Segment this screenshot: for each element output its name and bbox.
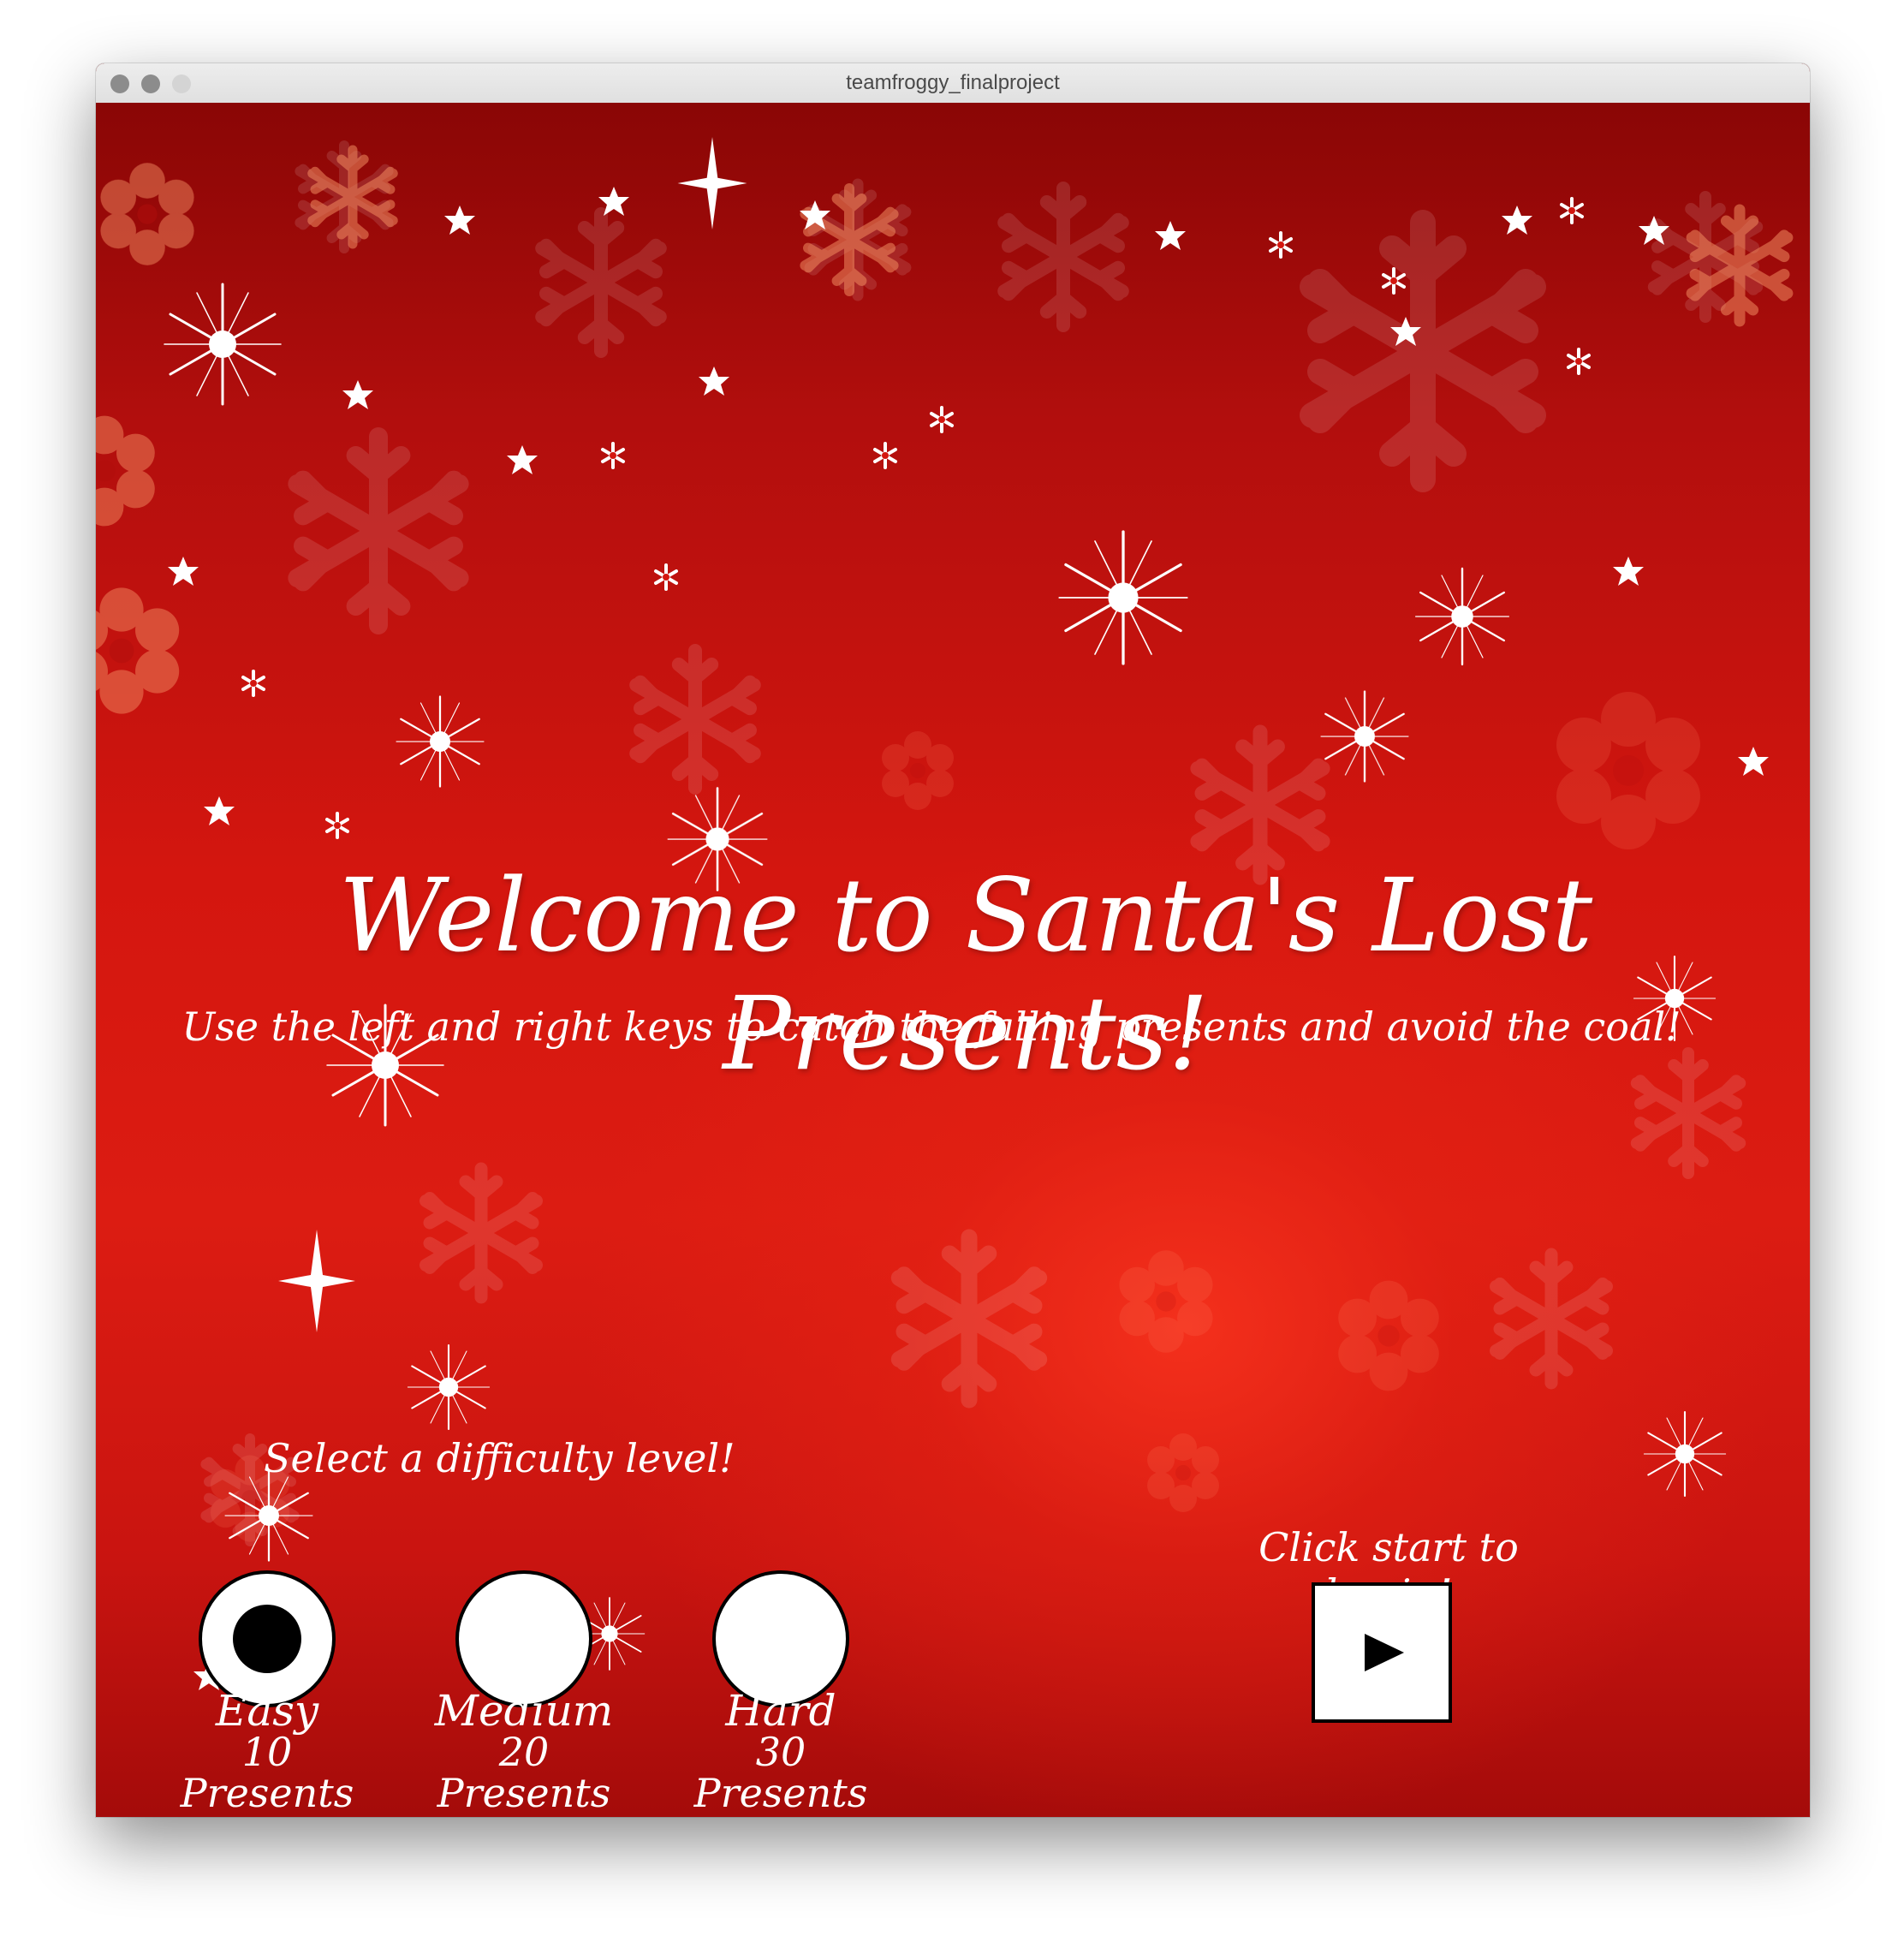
- level-name: Medium: [434, 1686, 614, 1736]
- level-present-count: 10 Presents: [180, 1729, 354, 1816]
- level-present-count: 20 Presents: [437, 1729, 611, 1816]
- window-title: teamfroggy_finalproject: [846, 71, 1060, 94]
- difficulty-label-medium: Medium 20 Presents: [413, 1686, 635, 1816]
- level-name: Hard: [725, 1686, 836, 1736]
- level-present-count: 30 Presents: [693, 1729, 868, 1816]
- radio-selected-indicator: [233, 1605, 301, 1673]
- title-bar: teamfroggy_finalproject: [96, 63, 1810, 104]
- level-name: Easy: [215, 1686, 319, 1736]
- difficulty-label-hard: Hard 30 Presents: [669, 1686, 892, 1816]
- game-canvas: Welcome to Santa's Lost Presents! Use th…: [96, 103, 1810, 1817]
- difficulty-prompt: Select a difficulty level!: [264, 1435, 735, 1481]
- start-button[interactable]: [1312, 1582, 1452, 1723]
- app-window: teamfroggy_finalproject Welcome to Santa…: [96, 63, 1810, 1817]
- play-icon: [1365, 1634, 1404, 1671]
- game-instructions: Use the left and right keys to catch the…: [181, 1004, 1681, 1050]
- difficulty-label-easy: Easy 10 Presents: [156, 1686, 378, 1816]
- game-title: Welcome to Santa's Lost Presents!: [338, 856, 1593, 1093]
